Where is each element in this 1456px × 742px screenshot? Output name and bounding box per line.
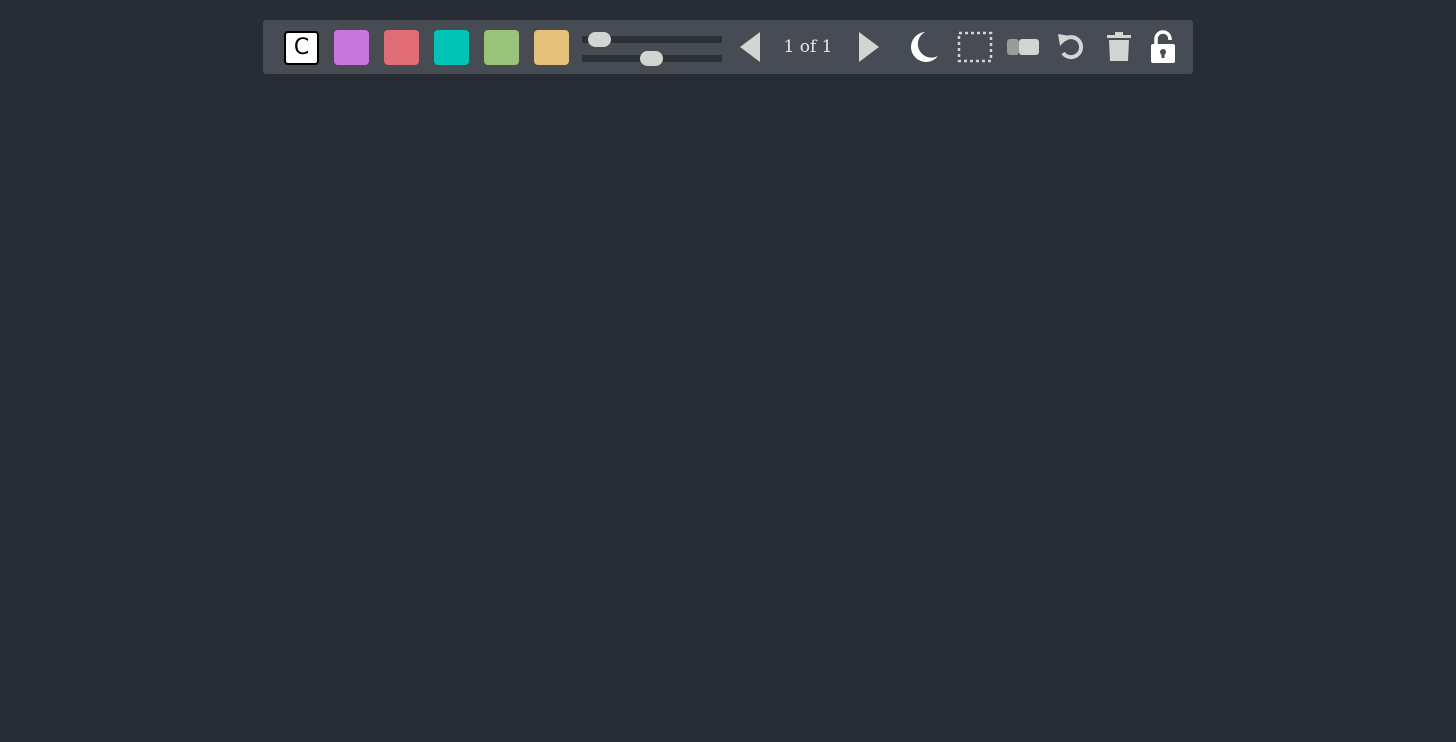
selection-rectangle-icon — [957, 31, 993, 63]
color-swatch-red[interactable] — [384, 30, 419, 65]
slider-thumb[interactable] — [587, 32, 611, 47]
previous-page-icon — [740, 32, 760, 62]
delete-button[interactable] — [1103, 30, 1135, 64]
next-page-icon — [859, 32, 879, 62]
drawing-toolbar: C 1 of 1 — [263, 20, 1193, 74]
eraser-icon — [1007, 39, 1039, 55]
unlock-icon — [1151, 30, 1175, 63]
color-swatch-green[interactable] — [484, 30, 519, 65]
color-swatch-purple[interactable] — [334, 30, 369, 65]
opacity-slider[interactable] — [582, 51, 722, 66]
dark-mode-button[interactable] — [905, 30, 941, 64]
eraser-button[interactable] — [1005, 30, 1041, 64]
selection-button[interactable] — [956, 30, 994, 64]
clear-color-button[interactable]: C — [284, 31, 319, 65]
slider-thumb[interactable] — [639, 51, 663, 66]
trash-icon — [1107, 32, 1131, 61]
undo-button[interactable] — [1054, 30, 1088, 64]
stroke-width-slider[interactable] — [582, 32, 722, 47]
page-indicator: 1 of 1 — [783, 37, 833, 57]
previous-page-button[interactable] — [735, 30, 765, 64]
undo-icon — [1058, 34, 1084, 60]
next-page-button[interactable] — [854, 30, 884, 64]
color-swatch-teal[interactable] — [434, 30, 469, 65]
lock-button[interactable] — [1147, 30, 1179, 64]
moon-icon — [911, 32, 938, 62]
color-swatch-yellow[interactable] — [534, 30, 569, 65]
